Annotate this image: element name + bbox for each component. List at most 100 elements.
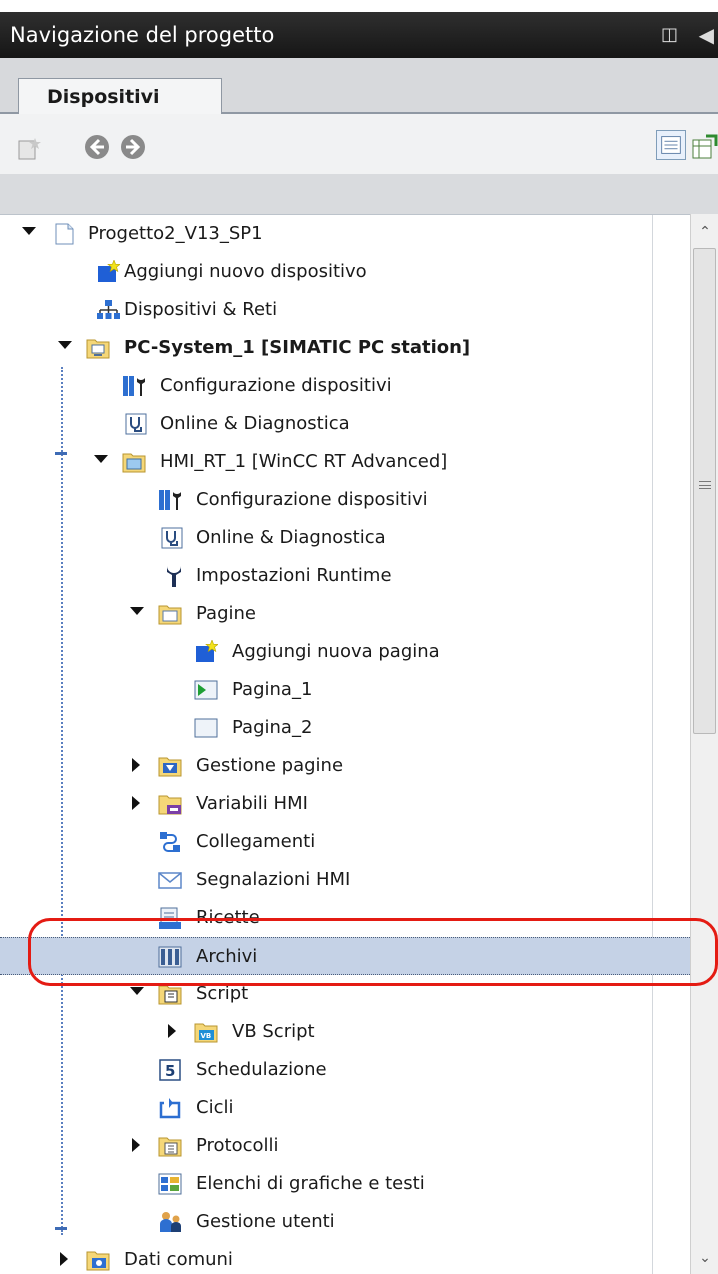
tree-item-label: Pagine <box>196 603 256 624</box>
expand-arrow-icon[interactable] <box>58 341 72 349</box>
device-configuration-icon <box>159 490 181 510</box>
collapsed-arrow-icon[interactable] <box>132 1138 140 1152</box>
scheduler-icon: 5 <box>159 1059 181 1081</box>
collapse-panel-icon[interactable]: ◀ <box>699 12 714 58</box>
tree-item-label: Variabili HMI <box>196 793 308 814</box>
tree-item-scripts[interactable]: Script <box>0 975 690 1013</box>
collapsed-arrow-icon[interactable] <box>132 796 140 810</box>
tree-item-screen-1[interactable]: Pagina_1 <box>0 671 690 709</box>
tree-item-hmi-tags[interactable]: Variabili HMI <box>0 785 690 823</box>
network-icon <box>97 300 120 319</box>
screen-icon <box>194 718 218 738</box>
add-device-icon <box>98 260 120 282</box>
panel-title-bar: Navigazione del progetto ◫ ◀ <box>0 12 718 58</box>
expand-arrow-icon[interactable] <box>22 227 36 235</box>
tree-item-pc-system[interactable]: PC-System_1 [SIMATIC PC station] <box>0 329 690 367</box>
tree-item-project[interactable]: Progetto2_V13_SP1 <box>0 215 690 253</box>
toolbar-spacer <box>0 174 718 214</box>
hmi-station-icon <box>122 453 146 473</box>
tree-item-label: Progetto2_V13_SP1 <box>88 223 263 244</box>
collapsed-arrow-icon[interactable] <box>132 758 140 772</box>
archives-icon <box>158 946 182 968</box>
tree-item-add-device[interactable]: Aggiungi nuovo dispositivo <box>0 253 690 291</box>
vb-scripts-folder-icon: VB <box>194 1023 218 1043</box>
tree-item-hmi-alarms[interactable]: Segnalazioni HMI <box>0 861 690 899</box>
vertical-scrollbar[interactable]: ⌃ ⌄ <box>690 214 718 1274</box>
tree-item-label: Protocolli <box>196 1135 279 1156</box>
tree-item-cycles[interactable]: Cicli <box>0 1089 690 1127</box>
device-configuration-icon <box>123 376 145 396</box>
tree-item-label: VB Script <box>232 1021 315 1042</box>
tree-item-reports[interactable]: Protocolli <box>0 1127 690 1165</box>
tree-item-label: Dati comuni <box>124 1249 233 1270</box>
tree-item-label: Impostazioni Runtime <box>196 565 392 586</box>
tree-item-pc-device-config[interactable]: Configurazione dispositivi <box>0 367 690 405</box>
export-icon[interactable] <box>692 134 718 160</box>
tree-item-add-screen[interactable]: Aggiungi nuova pagina <box>0 633 690 671</box>
new-item-icon[interactable] <box>16 136 42 162</box>
scroll-down-icon[interactable]: ⌄ <box>695 1248 715 1268</box>
cycles-icon <box>159 1098 181 1119</box>
tree-item-label: Configurazione dispositivi <box>160 375 392 396</box>
wrench-icon <box>167 566 181 587</box>
tree-item-label: Elenchi di grafiche e testi <box>196 1173 425 1194</box>
project-tree: Progetto2_V13_SP1 Aggiungi nuovo disposi… <box>0 214 690 1274</box>
reports-folder-icon <box>158 1137 182 1157</box>
tree-item-label: Collegamenti <box>196 831 316 852</box>
tree-item-label: Cicli <box>196 1097 234 1118</box>
details-view-icon[interactable] <box>656 130 686 160</box>
forward-icon[interactable] <box>120 134 146 160</box>
tree-item-label: Pagina_2 <box>232 717 313 738</box>
expand-arrow-icon[interactable] <box>130 987 144 995</box>
split-view-icon[interactable]: ◫ <box>661 12 678 58</box>
tree-item-connections[interactable]: Collegamenti <box>0 823 690 861</box>
tree-item-text-graphic-lists[interactable]: Elenchi di grafiche e testi <box>0 1165 690 1203</box>
tree-item-label: Segnalazioni HMI <box>196 869 351 890</box>
hmi-tags-folder-icon <box>158 795 182 815</box>
tree-item-user-admin[interactable]: Gestione utenti <box>0 1203 690 1241</box>
tree-item-screens[interactable]: Pagine <box>0 595 690 633</box>
expand-arrow-icon[interactable] <box>94 455 108 463</box>
tree-item-hmi-rt[interactable]: HMI_RT_1 [WinCC RT Advanced] <box>0 443 690 481</box>
expand-arrow-icon[interactable] <box>130 607 144 615</box>
tree-item-hmi-online-diag[interactable]: Online & Diagnostica <box>0 519 690 557</box>
screen-management-folder-icon <box>158 757 182 777</box>
tree-item-archives[interactable]: Archivi <box>0 937 690 975</box>
tree-item-label: Script <box>196 983 249 1004</box>
tree-item-label: HMI_RT_1 [WinCC RT Advanced] <box>160 451 448 472</box>
collapsed-arrow-icon[interactable] <box>168 1024 176 1038</box>
scripts-folder-icon <box>158 985 182 1005</box>
tree-item-devices-networks[interactable]: Dispositivi & Reti <box>0 291 690 329</box>
tree-item-label: Dispositivi & Reti <box>124 299 278 320</box>
envelope-icon <box>158 872 182 889</box>
tree-item-common-data[interactable]: Dati comuni <box>0 1241 690 1274</box>
scrollbar-grip-icon <box>699 481 711 489</box>
add-screen-icon <box>196 640 218 662</box>
tree-item-recipes[interactable]: Ricette <box>0 899 690 937</box>
online-diagnostics-icon <box>161 527 183 549</box>
text-graphic-lists-icon <box>158 1173 182 1195</box>
tab-devices[interactable]: Dispositivi <box>18 78 222 116</box>
back-icon[interactable] <box>84 134 110 160</box>
scrollbar-thumb[interactable] <box>693 248 716 734</box>
recipes-icon <box>159 907 181 929</box>
tree-item-label: Archivi <box>196 946 258 967</box>
collapsed-arrow-icon[interactable] <box>60 1252 68 1266</box>
svg-text:VB: VB <box>201 1032 212 1040</box>
user-admin-icon <box>160 1212 181 1232</box>
toolbar <box>0 114 718 174</box>
tree-item-label: Ricette <box>196 907 260 928</box>
tree-item-hmi-device-config[interactable]: Configurazione dispositivi <box>0 481 690 519</box>
tree-item-screen-2[interactable]: Pagina_2 <box>0 709 690 747</box>
tree-item-scheduler[interactable]: 5 Schedulazione <box>0 1051 690 1089</box>
panel-title: Navigazione del progetto <box>10 23 275 47</box>
tree-item-vb-scripts[interactable]: VB VB Script <box>0 1013 690 1051</box>
tree-item-runtime-settings[interactable]: Impostazioni Runtime <box>0 557 690 595</box>
tree-item-screen-management[interactable]: Gestione pagine <box>0 747 690 785</box>
tree-item-pc-online-diag[interactable]: Online & Diagnostica <box>0 405 690 443</box>
start-screen-icon <box>194 680 218 700</box>
scroll-up-icon[interactable]: ⌃ <box>695 222 715 242</box>
tree-item-label: PC-System_1 [SIMATIC PC station] <box>124 337 471 358</box>
tree-item-label: Online & Diagnostica <box>196 527 386 548</box>
tree-item-label: Gestione utenti <box>196 1211 335 1232</box>
